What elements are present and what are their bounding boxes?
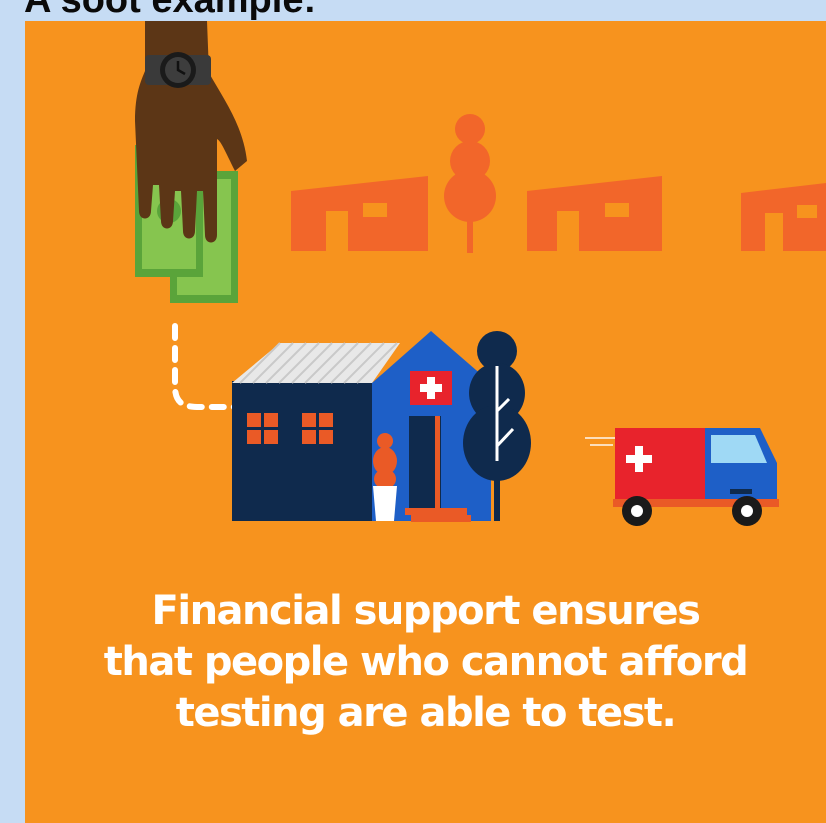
health-clinic: [232, 331, 491, 522]
caption-line-2: that people who cannot afford: [103, 639, 749, 685]
caption-line-3: testing are able to test.: [175, 690, 677, 736]
house-2: [527, 176, 662, 251]
house-1: [291, 176, 428, 251]
tree-orange: [444, 114, 496, 253]
page-title: A soot example:: [24, 0, 317, 21]
infographic-panel: Financial support ensures that people wh…: [25, 21, 826, 823]
caption-text: Financial support ensures that people wh…: [25, 586, 826, 739]
dashed-route: [172, 323, 238, 410]
row-of-houses: [291, 114, 826, 253]
house-3: [741, 183, 826, 251]
ambulance: [585, 428, 779, 526]
caption-line-1: Financial support ensures: [151, 588, 701, 634]
